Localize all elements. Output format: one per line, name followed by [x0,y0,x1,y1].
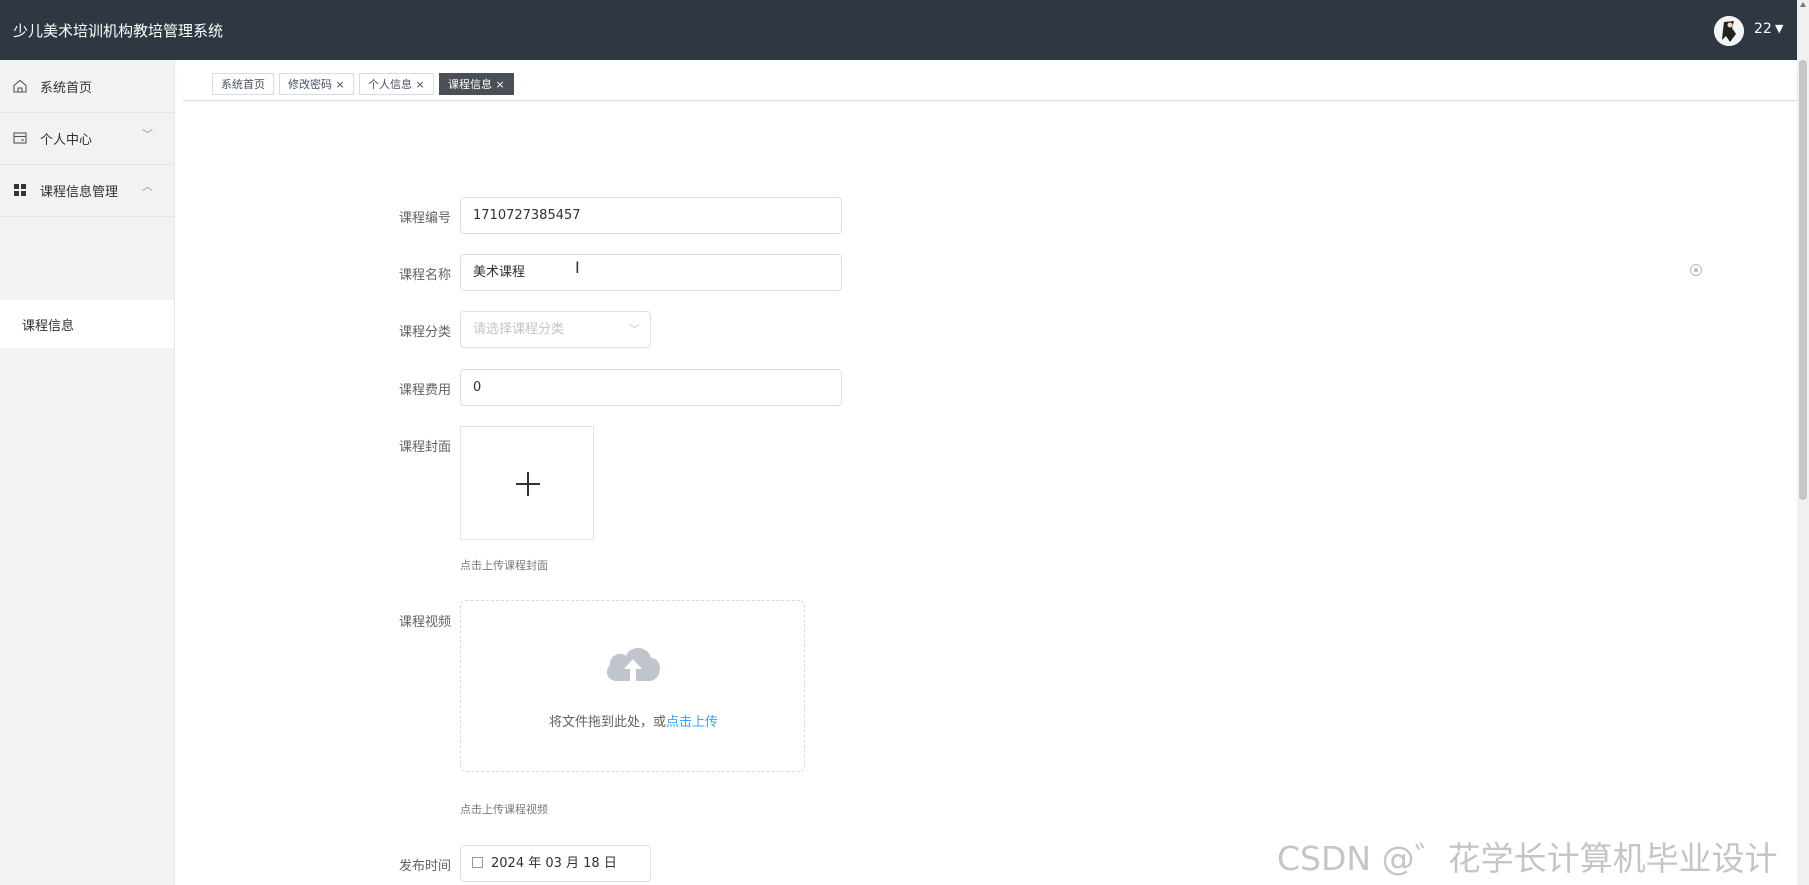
tab-bar: 系统首页 修改密码 × 个人信息 × 课程信息 × [183,68,1797,101]
user-avatar[interactable] [1714,16,1744,46]
caret-down-icon[interactable]: ▼ [1775,22,1783,35]
course-fee-label: 课程费用 [398,383,451,398]
sidebar-item-personal-center[interactable]: 个人中心 ﹀ [0,112,174,165]
tab-course-info[interactable]: 课程信息 × [439,73,514,95]
cover-upload-box[interactable] [460,426,594,540]
home-icon [13,79,27,93]
watermark: CSDN @゛花学长计算机毕业设计 [1277,839,1778,878]
sidebar: 系统首页 个人中心 ﹀ 课程信息管理 ︿ 课程信息 [0,60,175,885]
video-upload-dropzone[interactable]: 将文件拖到此处，或点击上传 [460,600,805,772]
video-upload-hint: 点击上传课程视频 [460,803,548,816]
plus-icon [527,472,529,496]
course-no-input[interactable]: 1710727385457 [460,197,842,234]
course-fee-input[interactable]: 0 [460,369,842,406]
top-bar: 少儿美术培训机构教培管理系统 22 ▼ [0,0,1797,60]
user-name[interactable]: 22 [1754,21,1772,37]
course-cover-label: 课程封面 [398,440,451,455]
sidebar-subitem-label: 课程信息 [22,319,75,334]
vertical-scrollbar[interactable] [1797,0,1809,885]
course-name-input[interactable]: 美术课程 [460,254,842,291]
cover-upload-hint: 点击上传课程封面 [460,559,548,572]
scrollbar-thumb[interactable] [1799,60,1807,500]
chevron-down-icon: ﹀ [142,128,153,141]
calendar-icon [472,857,483,868]
app-title: 少儿美术培训机构教培管理系统 [13,22,224,40]
sidebar-item-label: 课程信息管理 [40,185,119,200]
card-icon [13,132,27,144]
course-category-select[interactable]: 请选择课程分类 ﹀ [460,311,651,348]
course-category-placeholder: 请选择课程分类 [473,322,565,337]
course-no-label: 课程编号 [398,211,451,226]
dropzone-instruction: 将文件拖到此处，或 [548,715,666,730]
tab-personal-info[interactable]: 个人信息 × [359,73,434,95]
chevron-up-icon: ︿ [142,180,153,193]
tab-change-password[interactable]: 修改密码 × [279,73,354,95]
grid-icon [14,184,26,196]
click-upload-link[interactable]: 点击上传 [666,715,718,730]
upload-cloud-icon [606,647,660,681]
sidebar-item-home[interactable]: 系统首页 [0,60,174,113]
dropzone-text: 将文件拖到此处，或点击上传 [461,711,806,730]
scroll-up-icon[interactable] [1800,2,1806,7]
sidebar-item-label: 系统首页 [40,81,93,96]
course-name-label: 课程名称 [398,268,451,283]
chevron-down-icon: ﹀ [629,323,640,336]
sidebar-item-label: 个人中心 [40,133,93,148]
sidebar-subitem-course-info[interactable]: 课程信息 [0,300,174,348]
course-video-label: 课程视频 [398,615,451,630]
publish-time-label: 发布时间 [398,859,451,874]
publish-date-picker[interactable]: 2024 年 03 月 18 日 [460,845,651,882]
tab-home[interactable]: 系统首页 [212,73,274,95]
publish-date-value: 2024 年 03 月 18 日 [491,856,617,871]
clear-icon[interactable] [1690,264,1702,276]
sidebar-item-course-management[interactable]: 课程信息管理 ︿ [0,164,174,217]
text-cursor-icon: I [575,258,580,277]
course-category-label: 课程分类 [398,325,451,340]
